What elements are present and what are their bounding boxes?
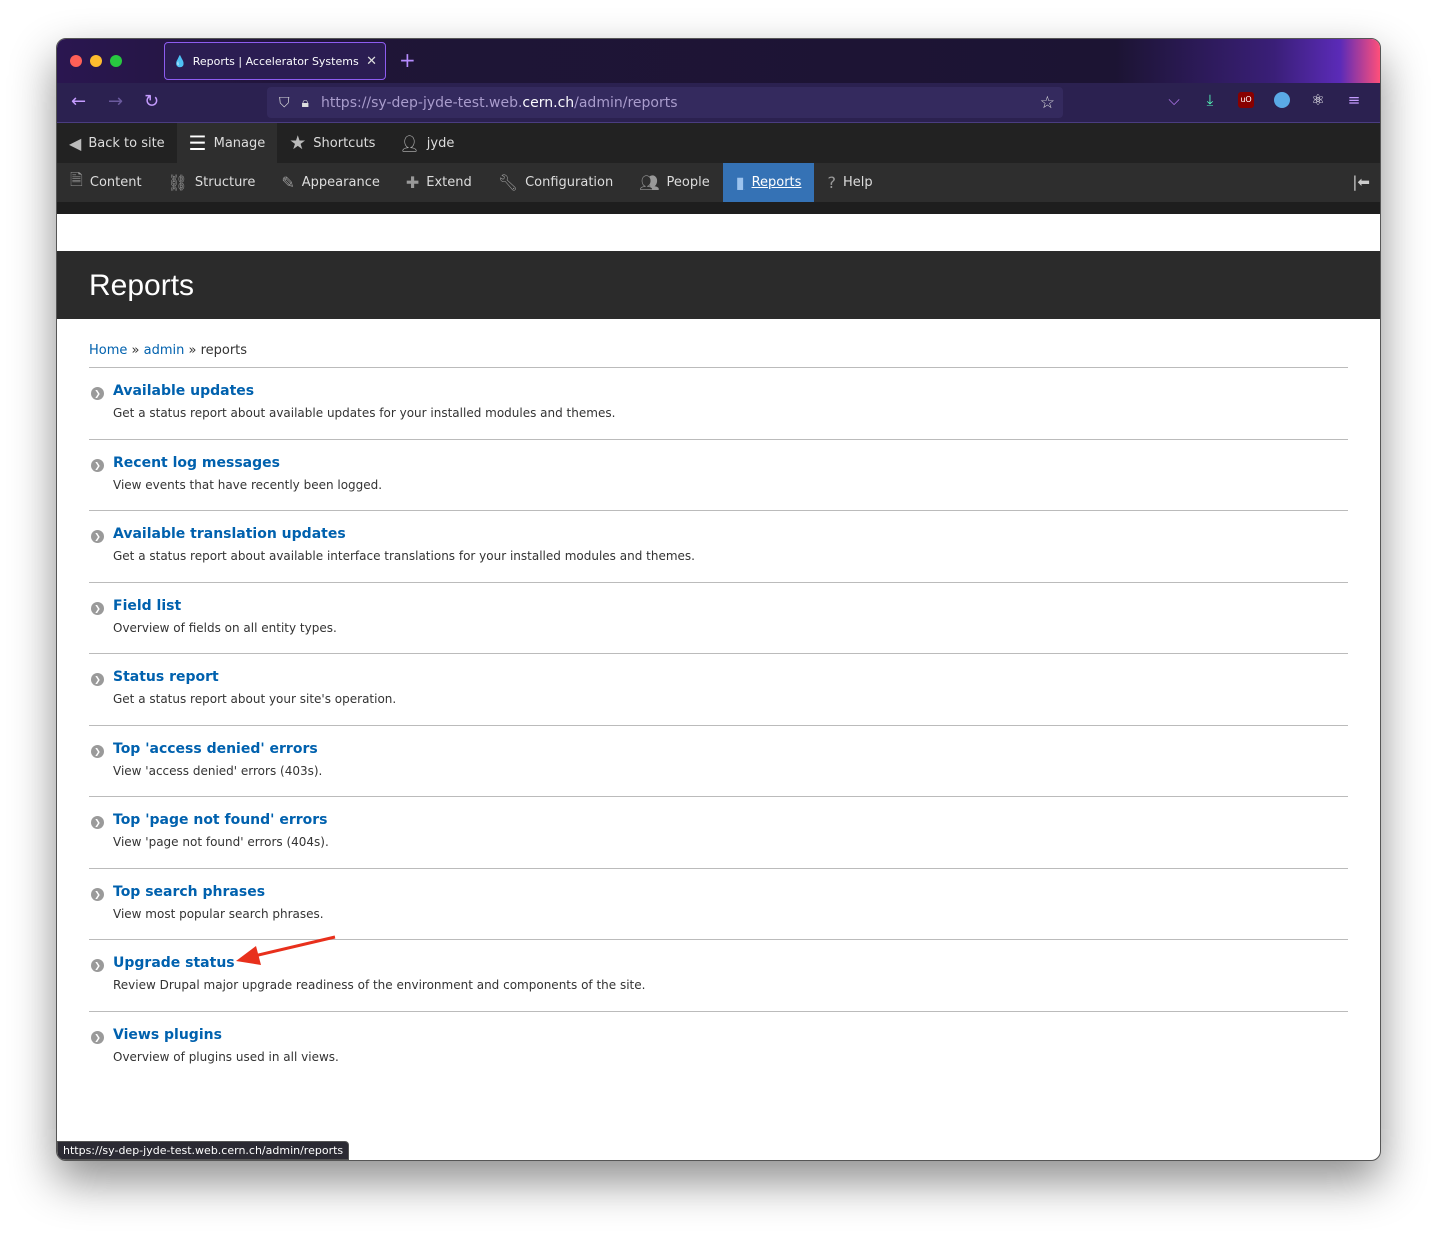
extension-icon[interactable]: [1274, 92, 1290, 108]
manage-tab[interactable]: ☰ Manage: [176, 123, 278, 163]
back-icon[interactable]: ←: [71, 91, 86, 112]
chevron-right-circle-icon: ❯: [91, 530, 104, 543]
download-icon[interactable]: ⤓: [1202, 92, 1218, 108]
report-item: ❯ Views plugins Overview of plugins used i…: [89, 1012, 1348, 1084]
report-item: ❯ Top search phrases View most popular sea…: [89, 869, 1348, 940]
report-item: ❯ Available updates Get a status report ab…: [89, 368, 1348, 440]
report-description: Get a status report about your site's op…: [113, 692, 397, 706]
menu-item-help[interactable]: ? Help: [814, 163, 885, 202]
breadcrumb-admin[interactable]: admin: [144, 343, 185, 358]
report-link[interactable]: Available translation updates: [113, 526, 1348, 542]
menu-item-reports[interactable]: ▮ Reports: [722, 163, 815, 202]
report-link[interactable]: Status report: [113, 669, 1348, 685]
report-description: View 'access denied' errors (403s).: [113, 763, 323, 778]
report-item: ❯ Available translation updates Get a stat…: [89, 511, 1348, 583]
menu-item-appearance[interactable]: ✎ Appearance: [268, 163, 392, 202]
report-item: ❯ Field list Overview of fields on all ent…: [89, 583, 1348, 654]
react-devtools-icon[interactable]: ⚛: [1310, 92, 1326, 108]
puzzle-icon: ✚: [405, 173, 420, 192]
bookmark-star-icon[interactable]: ☆: [1040, 93, 1055, 113]
reload-icon[interactable]: ↻: [144, 91, 159, 112]
report-link[interactable]: Field list: [113, 598, 1348, 614]
shortcuts-tab[interactable]: ★ Shortcuts: [277, 123, 387, 163]
close-tab-icon[interactable]: ✕: [366, 54, 377, 69]
chevron-right-circle-icon: ❯: [91, 887, 104, 901]
report-item: ❯ Status report Get a status report about …: [89, 654, 1348, 726]
report-item: ❯ Top 'access denied' errors View 'access …: [89, 726, 1348, 797]
help-icon: ?: [827, 173, 836, 192]
breadcrumb-home[interactable]: Home: [89, 343, 127, 358]
user-icon: 👤︎: [399, 133, 420, 153]
browser-tab[interactable]: 💧 Reports | Accelerator Systems D ✕: [164, 42, 386, 80]
menu-item-structure[interactable]: ⛓ Structure: [155, 163, 269, 202]
report-link[interactable]: Top 'page not found' errors: [113, 812, 1348, 828]
reports-list: ❯ Available updates Get a status report ab…: [89, 368, 1348, 1083]
star-icon: ★: [289, 132, 307, 154]
file-icon: 🗎: [70, 170, 83, 189]
minimize-window-button[interactable]: [90, 55, 102, 67]
report-link[interactable]: Top 'access denied' errors: [113, 741, 1348, 757]
report-link[interactable]: Top search phrases: [113, 884, 1348, 900]
menu-icon[interactable]: ≡: [1346, 92, 1362, 108]
report-description: View 'page not found' errors (404s).: [113, 835, 329, 849]
report-link[interactable]: Views plugins: [113, 1027, 1348, 1043]
admin-toolbar: ◀ Back to site ☰ Manage ★ Shortcuts 👤︎ jyde: [57, 123, 1380, 163]
chevron-right-circle-icon: ❯: [91, 601, 104, 615]
hamburger-icon: ☰: [188, 131, 207, 155]
chevron-right-circle-icon: ❯: [91, 673, 104, 686]
report-description: View events that have recently been logg…: [113, 477, 383, 492]
shield-icon: ⛉: [279, 94, 290, 111]
page-header: Reports: [57, 251, 1380, 319]
close-window-button[interactable]: [70, 55, 82, 67]
brush-icon: ✎: [281, 173, 295, 192]
status-bar-url: https://sy-dep-jyde-test.web.cern.ch/adm…: [57, 1141, 350, 1160]
chevron-right-circle-icon: ❯: [91, 1030, 104, 1044]
menu-item-configuration[interactable]: 🔧︎ Configuration: [485, 163, 626, 202]
url-bar[interactable]: ⛉ 🔒︎ https://sy-dep-jyde-test.web.cern.c…: [267, 87, 1063, 118]
ublock-icon[interactable]: uO: [1238, 92, 1254, 108]
report-item: ❯ Recent log messages View events that hav…: [89, 440, 1348, 511]
user-tab[interactable]: 👤︎ jyde: [387, 123, 466, 163]
nav-bar: ← → ↻ ⛉ 🔒︎ https://sy-dep-jyde-test.web.…: [57, 83, 1380, 123]
breadcrumb: Home » admin » reports: [89, 343, 1348, 368]
bar-chart-icon: ▮: [735, 173, 745, 192]
report-description: Overview of plugins used in all views.: [113, 1049, 339, 1064]
chevron-right-circle-icon: ❯: [91, 458, 104, 472]
collapse-toolbar-icon[interactable]: |⬅: [1352, 173, 1370, 191]
menu-item-content[interactable]: 🗎 Content: [57, 163, 155, 202]
chevron-right-circle-icon: ❯: [91, 959, 104, 972]
browser-window: 💧 Reports | Accelerator Systems D ✕ + ← …: [56, 38, 1381, 1161]
back-to-site-link[interactable]: ◀ Back to site: [57, 123, 177, 163]
pocket-icon[interactable]: ⌵: [1166, 92, 1182, 108]
maximize-window-button[interactable]: [110, 55, 122, 67]
annotation-arrow: [236, 935, 336, 965]
report-description: Overview of fields on all entity types.: [113, 620, 337, 635]
chevron-right-circle-icon: ❯: [91, 387, 104, 400]
report-description: Review Drupal major upgrade readiness of…: [113, 978, 646, 992]
drupal-favicon-icon: 💧: [173, 54, 187, 68]
tab-bar: 💧 Reports | Accelerator Systems D ✕ +: [57, 39, 1380, 83]
report-description: View most popular search phrases.: [113, 906, 324, 921]
chevron-right-circle-icon: ❯: [91, 816, 104, 829]
admin-menu: 🗎 Content ⛓ Structure ✎ Appearance ✚ Extend 🔧︎ Co…: [57, 163, 1380, 202]
report-description: Get a status report about available inte…: [113, 549, 695, 563]
chevron-right-circle-icon: ❯: [91, 744, 104, 758]
sitemap-icon: ⛓: [167, 173, 188, 192]
report-item: ❯ Top 'page not found' errors View 'page n…: [89, 797, 1348, 869]
new-tab-button[interactable]: +: [399, 48, 416, 72]
people-icon: 👥︎: [639, 173, 660, 192]
report-description: Get a status report about available upda…: [113, 406, 616, 420]
wrench-icon: 🔧︎: [497, 173, 519, 192]
forward-icon[interactable]: →: [108, 91, 123, 112]
menu-item-people[interactable]: 👥︎ People: [626, 163, 723, 202]
menu-item-extend[interactable]: ✚ Extend: [393, 163, 485, 202]
lock-icon: 🔒︎: [301, 94, 309, 111]
chevron-left-circle-icon: ◀: [69, 133, 82, 153]
report-link[interactable]: Recent log messages: [113, 455, 1348, 471]
page-title: Reports: [89, 269, 195, 302]
report-link[interactable]: Available updates: [113, 383, 1348, 399]
